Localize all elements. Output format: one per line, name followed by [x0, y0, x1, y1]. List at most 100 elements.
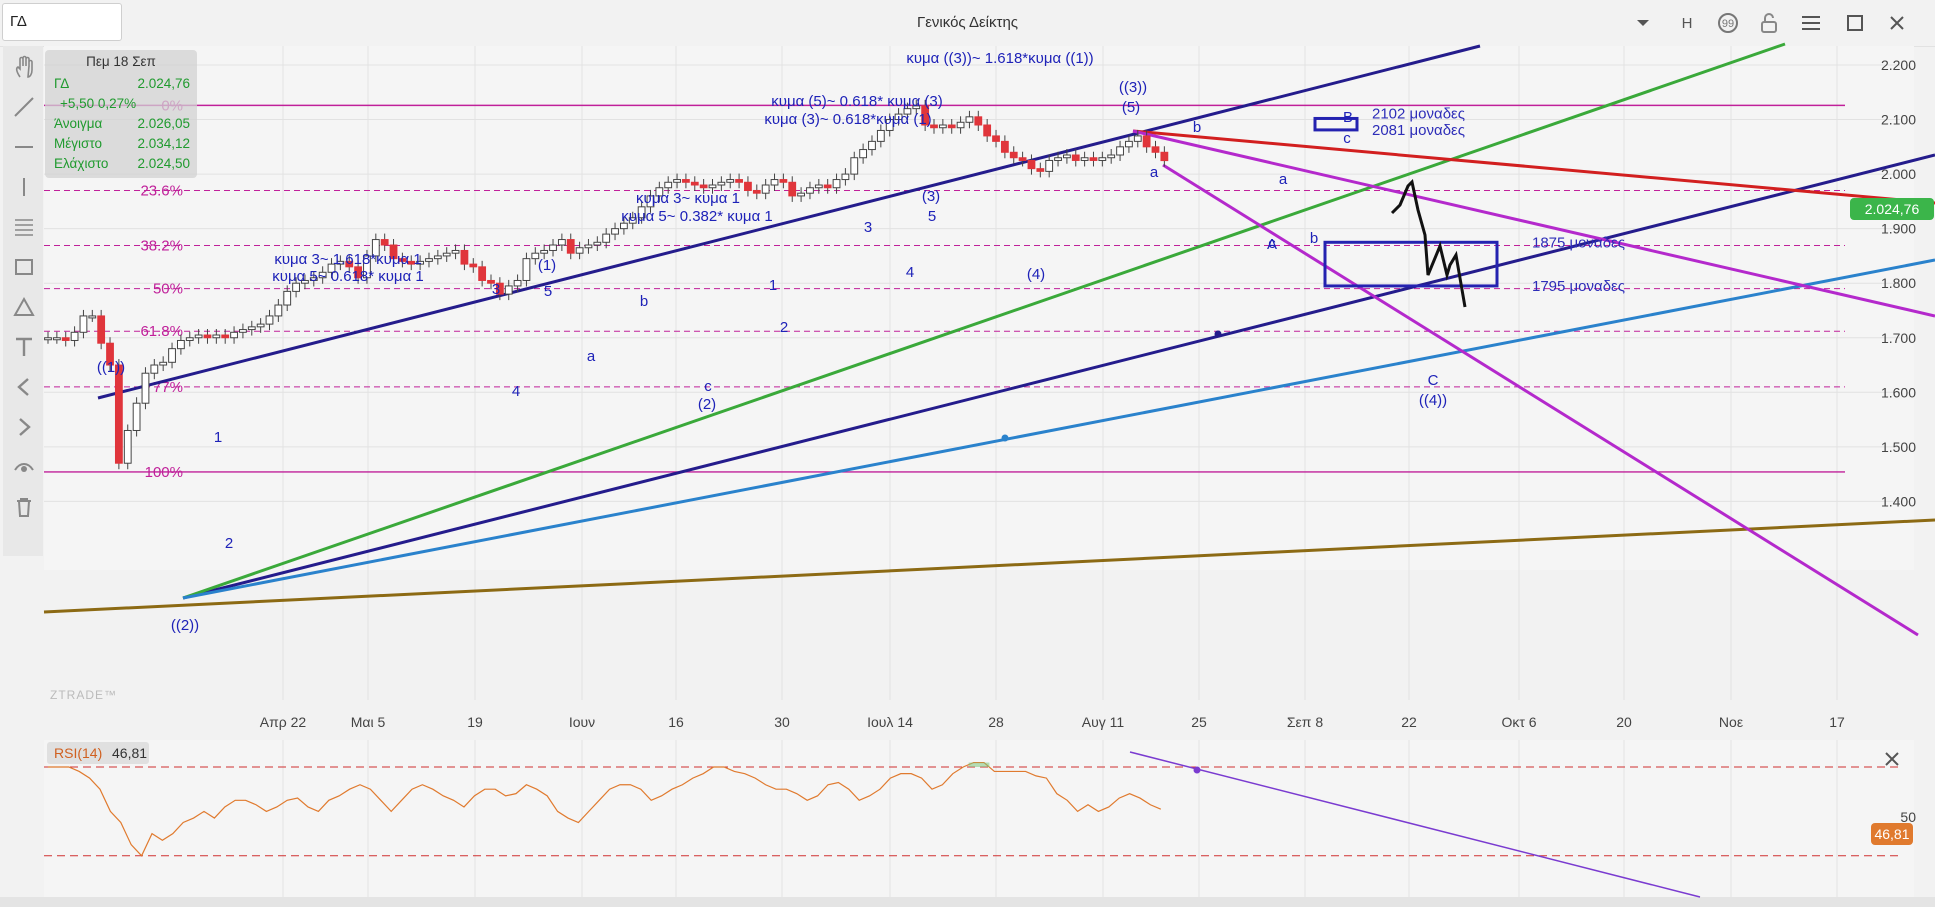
- candle-body: [566, 239, 575, 254]
- candle-body: [779, 179, 788, 183]
- anchor-point: [1214, 330, 1222, 338]
- info-value: 2.034,12: [137, 136, 190, 151]
- y-tick-label: 1.500: [1881, 439, 1916, 455]
- candle-body: [965, 116, 974, 123]
- info-value: 2.024,76: [137, 76, 190, 91]
- candle-body: [752, 189, 761, 194]
- candle-body: [478, 266, 487, 281]
- wave-annotation: κυμα (3)~ 0.618*κυμα (1): [764, 111, 931, 128]
- candle-body: [1036, 168, 1045, 172]
- wave-label: A: [1267, 236, 1277, 253]
- candle-body: [460, 249, 469, 265]
- y-tick-label: 1.700: [1881, 330, 1916, 346]
- fib-level-label: 50%: [153, 281, 183, 298]
- wave-label: ((4)): [1419, 392, 1447, 409]
- x-tick-label: 17: [1829, 714, 1845, 730]
- price-chart[interactable]: Απρ 22 Μαι 5 19 Ιουν 16 30 Ιουλ 14 28 Αυγ 11 25 Σε…: [0, 0, 1935, 907]
- info-value: 2.024,50: [137, 156, 190, 171]
- fib-level-label: 61.8%: [140, 323, 183, 340]
- y-tick-label: 2.200: [1881, 57, 1916, 73]
- x-tick-label: Ιουλ 14: [867, 714, 913, 730]
- candle-body: [540, 249, 549, 254]
- candle-body: [247, 326, 256, 331]
- wave-label: c: [704, 378, 712, 395]
- candle-body: [70, 331, 79, 341]
- wave-label: 3: [492, 281, 500, 298]
- wave-label: b: [1310, 230, 1318, 247]
- candle-body: [770, 179, 779, 186]
- wave-label: 2: [780, 319, 788, 336]
- candle-body: [947, 124, 956, 129]
- wave-label: b: [640, 293, 648, 310]
- x-tick-label: Μαι 5: [351, 714, 386, 730]
- candle-body: [177, 339, 185, 350]
- candle-body: [522, 258, 531, 281]
- candle-body: [1089, 157, 1098, 161]
- candle-body: [61, 337, 70, 341]
- candle-body: [504, 285, 513, 295]
- fib-level-label: 23.6%: [140, 182, 183, 199]
- candle-body: [451, 249, 460, 254]
- target-label: 2102 μοναδες: [1372, 105, 1465, 122]
- candle-body: [575, 247, 584, 254]
- wave-annotation: κυμα 3~ 1.618*κυμα 1: [274, 251, 421, 268]
- x-tick-label: Οκτ 6: [1501, 714, 1536, 730]
- wave-annotation: κυμα 5~ 0.382* κυμα 1: [621, 208, 773, 225]
- x-tick-label: Σεπ 8: [1287, 714, 1323, 730]
- candle-body: [212, 334, 221, 339]
- rsi-value-tag-label: 46,81: [1874, 826, 1909, 842]
- candle-body: [380, 239, 389, 246]
- candle-body: [557, 239, 566, 246]
- wave-label: ((1)): [97, 359, 125, 376]
- rsi-tick-label: 50: [1900, 809, 1916, 825]
- wave-label: 5: [928, 208, 936, 225]
- candle-body: [44, 337, 52, 341]
- candle-body: [823, 184, 832, 189]
- candle-body: [593, 241, 602, 246]
- fib-level-label: 100%: [145, 464, 183, 481]
- candle-body: [97, 315, 106, 344]
- candle-body: [717, 181, 726, 186]
- wave-label: b: [1193, 119, 1201, 136]
- info-label: Άνοιγμα: [54, 116, 103, 131]
- wave-label: 1: [214, 429, 222, 446]
- info-date: Πεμ 18 Σεπ: [86, 54, 156, 69]
- x-tick-label: 30: [774, 714, 790, 730]
- candle-body: [1160, 151, 1169, 162]
- wave-label: 4: [512, 383, 520, 400]
- x-tick-label: Νοε: [1719, 714, 1743, 730]
- candle-body: [938, 124, 947, 129]
- candle-body: [974, 116, 983, 126]
- candle-body: [602, 233, 611, 243]
- wave-label: c: [1343, 130, 1351, 147]
- candle-body: [956, 121, 965, 129]
- candle-body: [274, 304, 283, 317]
- candle-body: [1142, 135, 1151, 148]
- info-label: Ελάχιστο: [54, 156, 109, 171]
- info-label: Μέγιστο: [54, 136, 102, 151]
- info-change: +5,50 0,27%: [60, 96, 137, 111]
- candle-body: [88, 315, 97, 319]
- candle-body: [1071, 154, 1080, 161]
- candle-body: [194, 334, 203, 339]
- candle-body: [1107, 154, 1116, 159]
- wave-annotation: κυμα ((3))~ 1.618*κυμα ((1)): [906, 50, 1093, 67]
- ohlc-info-box: Πεμ 18 Σεπ ΓΔ 2.024,76 +5,50 0,27% Άνοιγμ…: [45, 50, 197, 178]
- x-tick-label: 20: [1616, 714, 1632, 730]
- x-tick-label: 25: [1191, 714, 1207, 730]
- rsi-legend-label: RSI(14): [54, 745, 102, 761]
- target-label: 1795 μοναδες: [1532, 278, 1625, 295]
- candle-body: [744, 181, 752, 191]
- candle-body: [584, 244, 593, 249]
- candle-body: [841, 173, 850, 181]
- candle-body: [735, 179, 743, 183]
- wave-annotation: κυμα (5)~ 0.618* κυμα (3): [771, 93, 943, 110]
- candle-body: [549, 244, 557, 251]
- candle-body: [814, 184, 823, 189]
- candle-body: [1000, 140, 1009, 153]
- wave-annotation: κυμα 3~ κυμα 1: [636, 190, 740, 207]
- candle-body: [1151, 146, 1160, 153]
- candle-body: [690, 181, 699, 186]
- wave-label: C: [1428, 372, 1439, 389]
- x-tick-label: 28: [988, 714, 1004, 730]
